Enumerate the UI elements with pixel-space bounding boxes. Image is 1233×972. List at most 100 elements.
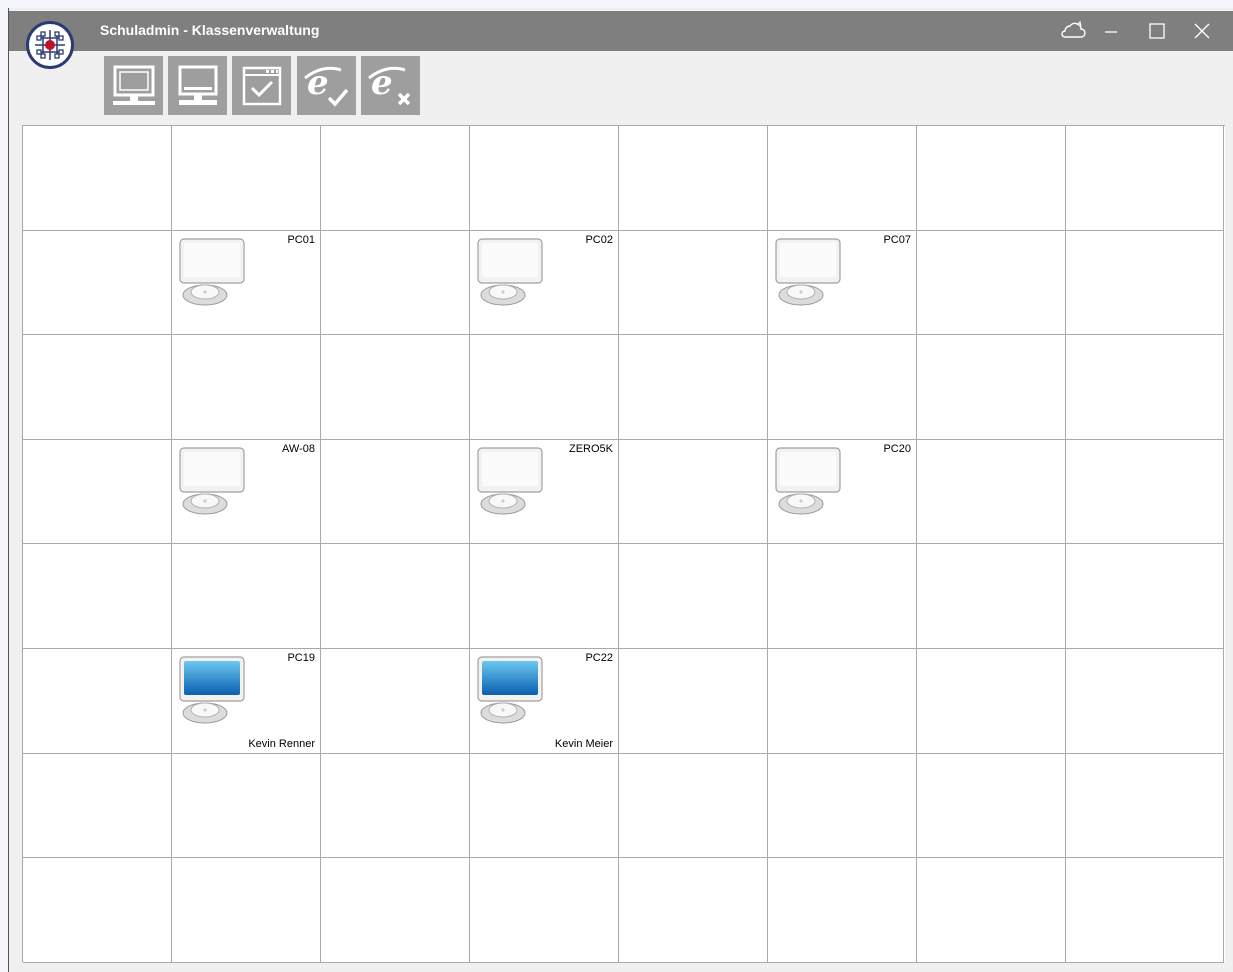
grid-cell[interactable] — [619, 126, 768, 231]
grid-cell[interactable] — [1066, 230, 1224, 336]
computer-monitor-icon — [775, 447, 841, 515]
computer-name-label: AW-08 — [281, 442, 315, 455]
grid-cell[interactable] — [321, 858, 470, 963]
grid-cell[interactable] — [23, 126, 172, 231]
computer-user-label: Kevin Meier — [554, 737, 613, 750]
grid-cell[interactable] — [321, 335, 470, 440]
grid-cell[interactable] — [619, 648, 768, 754]
grid-cell[interactable] — [23, 544, 172, 649]
computer-pc20[interactable]: PC20 — [768, 439, 917, 545]
grid-cell[interactable] — [23, 230, 172, 336]
grid-cell[interactable] — [1066, 544, 1224, 649]
minimize-icon — [1105, 31, 1117, 33]
grid-cell[interactable] — [917, 230, 1066, 336]
grid-cell[interactable] — [619, 230, 768, 336]
computer-aw-08[interactable]: AW-08 — [172, 439, 321, 545]
grid-cell[interactable] — [768, 544, 917, 649]
grid-cell[interactable] — [23, 858, 172, 963]
computer-monitor-icon — [179, 447, 245, 515]
app-logo — [26, 21, 74, 69]
close-button[interactable] — [1185, 17, 1219, 45]
grid-cell[interactable] — [321, 544, 470, 649]
grid-cell[interactable] — [470, 753, 619, 859]
title-bar[interactable]: Schuladmin - Klassenverwaltung — [9, 11, 1233, 51]
grid-cell[interactable] — [321, 126, 470, 231]
grid-cell[interactable] — [1066, 439, 1224, 545]
grid-cell[interactable] — [768, 335, 917, 440]
computer-toolbar-button[interactable] — [168, 56, 227, 115]
grid-cell[interactable] — [1066, 648, 1224, 754]
grid-cell[interactable] — [917, 544, 1066, 649]
monitor-icon — [112, 65, 155, 105]
grid-cell[interactable] — [619, 439, 768, 545]
minimize-button[interactable] — [1094, 17, 1128, 45]
grid-cell[interactable] — [172, 335, 321, 440]
grid-cell[interactable] — [619, 753, 768, 859]
grid-cell[interactable] — [470, 544, 619, 649]
grid-cell[interactable] — [23, 753, 172, 859]
grid-cell[interactable] — [917, 126, 1066, 231]
grid-cell[interactable] — [1066, 126, 1224, 231]
grid-cell[interactable] — [172, 753, 321, 859]
computer-monitor-icon — [179, 656, 245, 724]
window-check-toolbar-button[interactable] — [232, 56, 291, 115]
grid-cell[interactable] — [917, 335, 1066, 440]
internet-allow-toolbar-button[interactable]: e — [297, 56, 356, 115]
grid-cell[interactable] — [172, 858, 321, 963]
internet-block-toolbar-button[interactable]: e — [361, 56, 420, 115]
grid-cell[interactable] — [470, 858, 619, 963]
grid-cell[interactable] — [1066, 335, 1224, 440]
window-title: Schuladmin - Klassenverwaltung — [100, 22, 320, 38]
grid-cell[interactable] — [470, 335, 619, 440]
computer-pc19[interactable]: PC19 Kevin Renner — [172, 648, 321, 754]
computer-name-label: PC02 — [585, 233, 613, 246]
grid-cell[interactable] — [23, 439, 172, 545]
computer-name-label: PC20 — [883, 442, 911, 455]
grid-cell[interactable] — [470, 126, 619, 231]
computer-pc07[interactable]: PC07 — [768, 230, 917, 336]
grid-cell[interactable] — [321, 753, 470, 859]
grid-cell[interactable] — [619, 544, 768, 649]
grid-cell[interactable] — [23, 648, 172, 754]
computer-name-label: PC07 — [883, 233, 911, 246]
grid-cell[interactable] — [172, 544, 321, 649]
network-icon — [35, 30, 65, 60]
grid-cell[interactable] — [23, 335, 172, 440]
monitor-toolbar-button[interactable] — [104, 56, 163, 115]
app-window: Schuladmin - Klassenverwaltung e e PC01 … — [8, 8, 1233, 972]
computer-icon — [178, 65, 217, 105]
computer-monitor-icon — [179, 237, 245, 306]
computer-pc01[interactable]: PC01 — [172, 230, 321, 336]
computer-monitor-icon — [775, 237, 841, 306]
grid-cell[interactable] — [1066, 858, 1224, 963]
grid-cell[interactable] — [619, 335, 768, 440]
grid-cell[interactable] — [619, 858, 768, 963]
internet-check-icon: e — [303, 63, 348, 107]
grid-cell[interactable] — [321, 648, 470, 754]
computer-zero5k[interactable]: ZERO5K — [470, 439, 619, 545]
computer-pc22[interactable]: PC22 Kevin Meier — [470, 648, 619, 754]
grid-cell[interactable] — [321, 439, 470, 545]
grid-cell[interactable] — [768, 858, 917, 963]
grid-cell[interactable] — [321, 230, 470, 336]
grid-cell[interactable] — [768, 753, 917, 859]
maximize-button[interactable] — [1140, 17, 1174, 45]
computer-user-label: Kevin Renner — [248, 737, 315, 750]
grid-cell[interactable] — [917, 753, 1066, 859]
window-check-icon — [242, 66, 281, 105]
grid-cell[interactable] — [768, 126, 917, 231]
grid-cell[interactable] — [917, 648, 1066, 754]
close-icon — [1194, 23, 1210, 39]
computer-pc02[interactable]: PC02 — [470, 230, 619, 336]
computer-name-label: ZERO5K — [568, 442, 613, 455]
classroom-grid: PC01 PC02 PC07 AW-08 ZERO5K PC20 PC19 Ke… — [22, 125, 1225, 963]
grid-cell[interactable] — [917, 439, 1066, 545]
grid-cell[interactable] — [172, 126, 321, 231]
maximize-icon — [1149, 23, 1165, 39]
internet-block-icon: e — [367, 63, 410, 105]
grid-cell[interactable] — [768, 648, 917, 754]
computer-monitor-icon — [477, 447, 543, 515]
grid-cell[interactable] — [917, 858, 1066, 963]
cloud-icon[interactable] — [1056, 17, 1090, 45]
grid-cell[interactable] — [1066, 753, 1224, 859]
